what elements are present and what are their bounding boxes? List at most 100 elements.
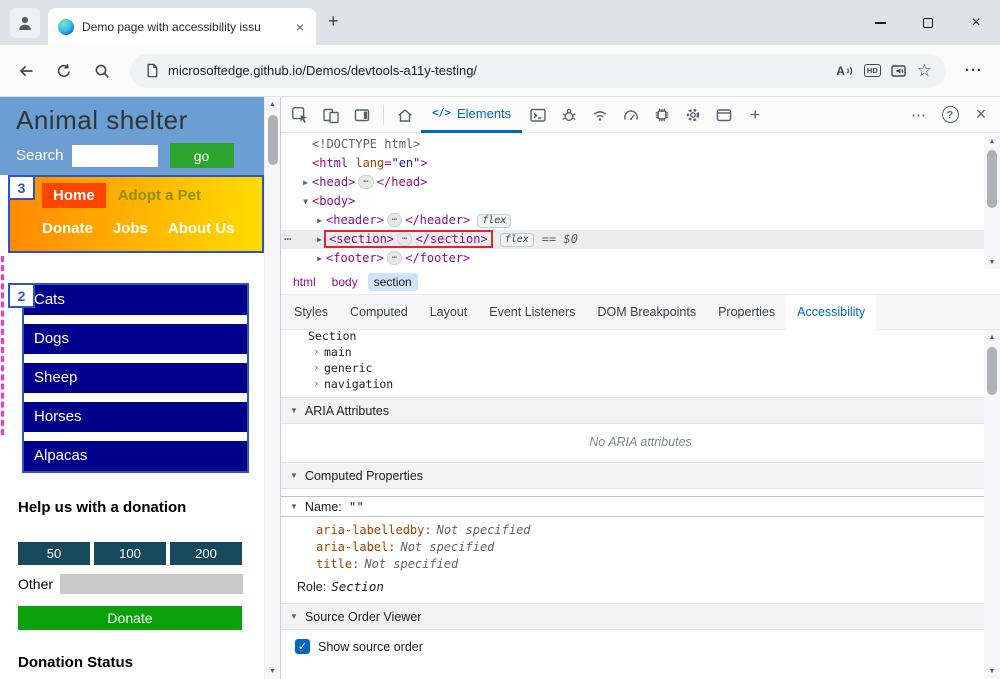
read-aloud-icon[interactable]: A: [836, 63, 855, 79]
close-window-button[interactable]: ×: [952, 0, 1000, 45]
category-item-cats[interactable]: Cats: [24, 285, 247, 315]
tab-properties[interactable]: Properties: [707, 295, 786, 330]
dom-token-flexbadge[interactable]: flex: [499, 233, 534, 247]
nav-donate[interactable]: Donate: [42, 220, 93, 237]
tab-close-icon[interactable]: ×: [294, 19, 306, 35]
dom-row[interactable]: ▶ <footer> ⋯ </footer>: [281, 249, 1000, 268]
browser-menu-icon[interactable]: ···: [958, 55, 990, 87]
dom-row[interactable]: ⋯ ▶ <section> ⋯ </section> flex == $0: [281, 230, 1000, 249]
performance-icon[interactable]: [616, 100, 646, 130]
refresh-button[interactable]: [48, 55, 80, 87]
network-icon[interactable]: [585, 100, 615, 130]
disclosure-arrow-icon[interactable]: ▶: [299, 173, 312, 192]
category-item-horses[interactable]: Horses: [24, 402, 247, 432]
breadcrumb-section[interactable]: section: [367, 272, 418, 291]
dom-row[interactable]: <!DOCTYPE html>: [281, 135, 1000, 154]
browser-audio-icon[interactable]: [890, 62, 908, 80]
dom-token-dots[interactable]: ⋯: [386, 251, 403, 265]
dom-tree-area: <!DOCTYPE html> <html lang="en"> ▶ <head> ⋯ <…: [281, 133, 1000, 269]
welcome-home-icon[interactable]: [390, 100, 420, 130]
row-actions-icon[interactable]: ⋯: [284, 230, 291, 249]
memory-icon[interactable]: [647, 100, 677, 130]
application-icon[interactable]: [709, 100, 739, 130]
page-scrollbar[interactable]: ▲ ▼: [264, 97, 280, 679]
disclosure-arrow-icon[interactable]: ▶: [313, 211, 326, 230]
search-go-button[interactable]: go: [169, 143, 234, 168]
add-panel-icon[interactable]: +: [740, 100, 770, 130]
nav-jobs[interactable]: Jobs: [113, 220, 148, 237]
settings-gear-icon[interactable]: [678, 100, 708, 130]
dom-token-dots[interactable]: ⋯: [358, 175, 374, 189]
dom-token-dots[interactable]: ⋯: [397, 232, 413, 246]
category-item-alpacas[interactable]: Alpacas: [24, 441, 247, 471]
minimize-button[interactable]: [856, 0, 904, 45]
donate-button[interactable]: Donate: [18, 606, 242, 630]
nav-home[interactable]: Home: [42, 183, 106, 208]
computed-properties-header[interactable]: ▼ Computed Properties: [281, 462, 1000, 489]
a11y-scroll-up-icon[interactable]: ▲: [984, 330, 1000, 345]
dom-row[interactable]: ▼ <body>: [281, 192, 1000, 211]
enhance-images-hd-icon[interactable]: HD: [863, 64, 881, 77]
dom-scroll-thumb[interactable]: [987, 150, 997, 208]
page-scroll-thumb[interactable]: [268, 115, 278, 165]
category-item-sheep[interactable]: Sheep: [24, 363, 247, 393]
tab-styles[interactable]: Styles: [283, 295, 339, 330]
a11y-scroll-thumb[interactable]: [987, 347, 997, 395]
dom-scroll-up-icon[interactable]: ▲: [984, 133, 1000, 148]
a11y-scrollbar[interactable]: ▲ ▼: [984, 330, 1000, 679]
maximize-button[interactable]: [904, 0, 952, 45]
device-emulation-icon[interactable]: [316, 100, 346, 130]
tab-event-listeners[interactable]: Event Listeners: [478, 295, 586, 330]
nav-about-us[interactable]: About Us: [168, 220, 235, 237]
search-input[interactable]: [71, 144, 158, 167]
tab-layout[interactable]: Layout: [419, 295, 479, 330]
dock-side-icon[interactable]: [347, 100, 377, 130]
more-options-icon[interactable]: ⋯: [904, 100, 934, 130]
dom-row[interactable]: ▶ <head> ⋯ </head>: [281, 173, 1000, 192]
dom-token-dots[interactable]: ⋯: [386, 213, 403, 227]
inspect-element-icon[interactable]: [285, 100, 315, 130]
back-button[interactable]: [10, 55, 42, 87]
amount-button-50[interactable]: 50: [18, 542, 90, 565]
console-icon[interactable]: [523, 100, 553, 130]
issues-debug-icon[interactable]: [554, 100, 584, 130]
amount-button-200[interactable]: 200: [170, 542, 242, 565]
close-devtools-icon[interactable]: ×: [966, 100, 996, 130]
disclosure-arrow-icon[interactable]: ▼: [299, 192, 312, 211]
a11y-tree-node[interactable]: › main: [281, 344, 1000, 360]
favorites-star-icon[interactable]: ☆: [917, 62, 932, 79]
tab-dom-breakpoints[interactable]: DOM Breakpoints: [586, 295, 707, 330]
name-property-row[interactable]: ▼ Name: "": [281, 496, 1000, 517]
breadcrumb-html[interactable]: html: [287, 273, 322, 291]
new-tab-button[interactable]: +: [328, 11, 339, 32]
a11y-tree-node[interactable]: › navigation: [281, 376, 1000, 392]
scroll-down-icon[interactable]: ▼: [265, 664, 280, 679]
dom-row[interactable]: <html lang="en">: [281, 154, 1000, 173]
breadcrumb-body[interactable]: body: [326, 273, 364, 291]
disclosure-arrow-icon[interactable]: ▶: [313, 249, 326, 268]
a11y-tree-node[interactable]: › generic: [281, 360, 1000, 376]
aria-attributes-header[interactable]: ▼ ARIA Attributes: [281, 397, 1000, 424]
dom-row[interactable]: ▶ <header> ⋯ </header> flex: [281, 211, 1000, 230]
source-order-header[interactable]: ▼ Source Order Viewer: [281, 603, 1000, 630]
tab-accessibility[interactable]: Accessibility: [786, 294, 877, 330]
category-item-dogs[interactable]: Dogs: [24, 324, 247, 354]
address-bar[interactable]: microsoftedge.github.io/Demos/devtools-a…: [130, 53, 946, 88]
profile-avatar[interactable]: [10, 8, 40, 38]
show-source-order-checkbox[interactable]: ✓: [295, 639, 310, 654]
help-icon[interactable]: ?: [935, 100, 965, 130]
scroll-up-icon[interactable]: ▲: [265, 97, 280, 112]
amount-button-100[interactable]: 100: [94, 542, 166, 565]
other-amount-input[interactable]: [60, 574, 244, 594]
dom-scroll-down-icon[interactable]: ▼: [984, 254, 1000, 269]
tab-computed[interactable]: Computed: [339, 295, 419, 330]
url-text[interactable]: microsoftedge.github.io/Demos/devtools-a…: [168, 63, 827, 78]
search-button[interactable]: [86, 55, 118, 87]
dom-token-flexbadge[interactable]: flex: [477, 214, 512, 228]
nav-adopt-a-pet[interactable]: Adopt a Pet: [118, 187, 201, 204]
dom-scr ollbar[interactable]: ▲ ▼: [984, 133, 1000, 269]
a11y-tree-node[interactable]: Section: [281, 330, 1000, 344]
browser-tab[interactable]: Demo page with accessibility issu ×: [48, 8, 316, 45]
a11y-scroll-down-icon[interactable]: ▼: [984, 664, 1000, 679]
tab-elements[interactable]: </> Elements: [421, 97, 523, 133]
